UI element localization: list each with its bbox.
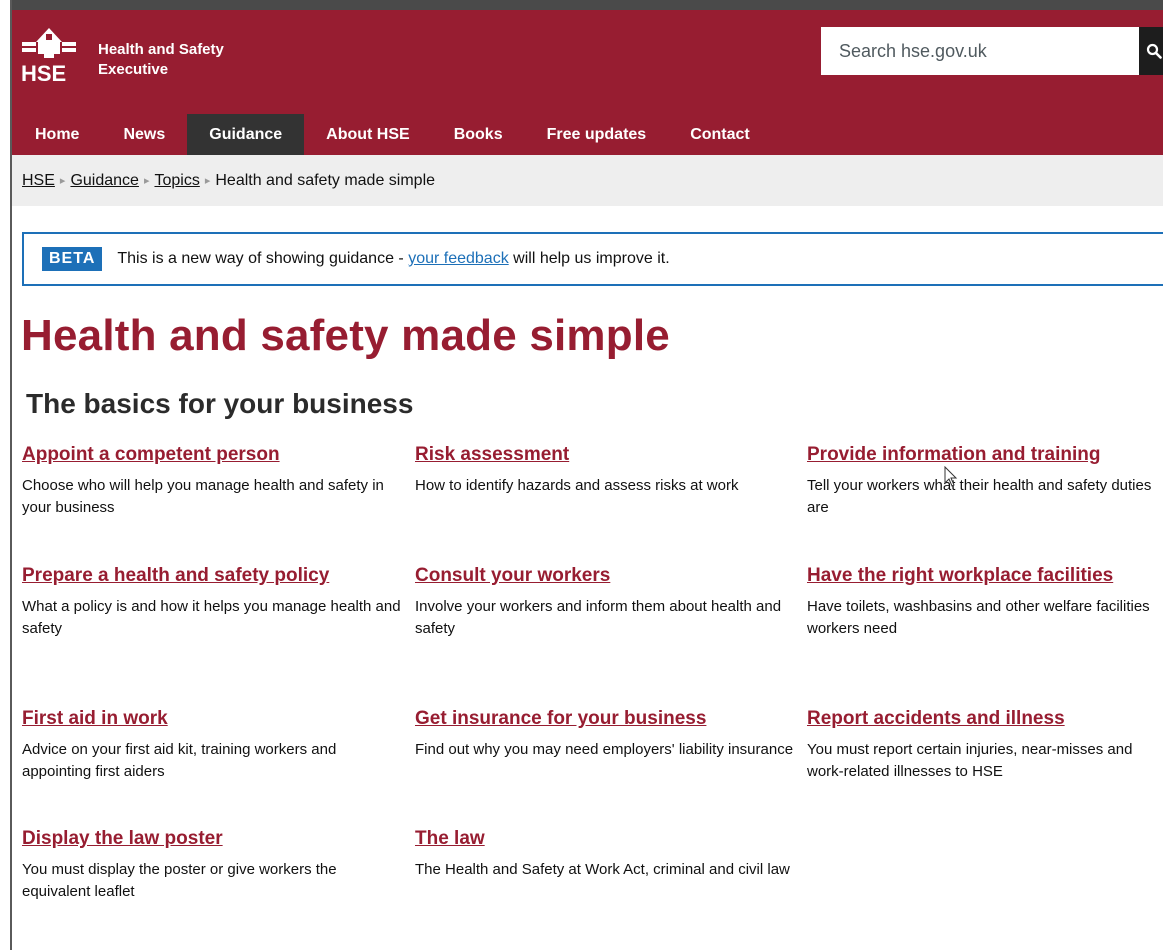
beta-banner: BETA This is a new way of showing guidan… <box>22 232 1163 286</box>
beta-text-after: will help us improve it. <box>508 250 670 267</box>
mouse-cursor-icon <box>944 466 958 487</box>
breadcrumb-topics[interactable]: Topics <box>154 172 199 189</box>
card-description: Find out why you may need employers' lia… <box>415 741 794 758</box>
nav-home[interactable]: Home <box>12 114 101 155</box>
nav-free-updates[interactable]: Free updates <box>525 114 669 155</box>
card-link[interactable]: Display the law poster <box>22 828 223 850</box>
nav-about-hse[interactable]: About HSE <box>304 114 432 155</box>
logo-wordmark: HSE <box>21 61 66 84</box>
card-description: You must report certain injuries, near-m… <box>807 741 1133 780</box>
breadcrumb-hse[interactable]: HSE <box>22 172 55 189</box>
breadcrumb-separator: ▸ <box>204 175 211 187</box>
breadcrumb-separator: ▸ <box>59 175 66 187</box>
masthead: HSE Health and Safety Executive Home New… <box>12 10 1163 155</box>
card-link[interactable]: Get insurance for your business <box>415 708 706 730</box>
beta-tag: BETA <box>42 247 103 271</box>
card-description: Have toilets, washbasins and other welfa… <box>807 598 1150 637</box>
card-description: How to identify hazards and assess risks… <box>415 477 739 494</box>
nav-guidance[interactable]: Guidance <box>187 114 305 155</box>
card-law-poster: Display the law poster You must display … <box>22 828 407 903</box>
breadcrumb-current: Health and safety made simple <box>215 172 436 189</box>
card-risk-assessment: Risk assessment How to identify hazards … <box>415 444 800 497</box>
card-description: What a policy is and how it helps you ma… <box>22 598 401 637</box>
search-button[interactable] <box>1139 27 1163 75</box>
card-report-accidents: Report accidents and illness You must re… <box>807 708 1163 783</box>
card-link[interactable]: The law <box>415 828 485 850</box>
card-provide-information-training: Provide information and training Tell yo… <box>807 444 1163 519</box>
window-top-border <box>10 0 1163 10</box>
page: HSE Health and Safety Executive Home New… <box>12 10 1163 950</box>
card-the-law: The law The Health and Safety at Work Ac… <box>415 828 800 881</box>
card-link[interactable]: Risk assessment <box>415 444 569 466</box>
card-description: Advice on your first aid kit, training w… <box>22 741 337 780</box>
beta-message: This is a new way of showing guidance - … <box>117 250 669 268</box>
card-link[interactable]: Appoint a competent person <box>22 444 280 466</box>
hse-logo-icon: HSE <box>21 28 76 86</box>
card-description: Choose who will help you manage health a… <box>22 477 384 516</box>
card-consult-workers: Consult your workers Involve your worker… <box>415 565 800 640</box>
card-link[interactable]: Provide information and training <box>807 444 1100 466</box>
card-first-aid: First aid in work Advice on your first a… <box>22 708 407 783</box>
magnifier-icon <box>1146 43 1162 59</box>
card-link[interactable]: Have the right workplace facilities <box>807 565 1113 587</box>
breadcrumb-guidance[interactable]: Guidance <box>70 172 139 189</box>
main-nav: Home News Guidance About HSE Books Free … <box>12 114 772 155</box>
nav-news[interactable]: News <box>101 114 187 155</box>
card-description: The Health and Safety at Work Act, crimi… <box>415 861 790 878</box>
hse-logo[interactable]: HSE <box>20 24 84 86</box>
card-appoint-competent-person: Appoint a competent person Choose who wi… <box>22 444 407 519</box>
nav-contact[interactable]: Contact <box>668 114 772 155</box>
card-description: You must display the poster or give work… <box>22 861 337 900</box>
section-heading: The basics for your business <box>26 388 414 419</box>
nav-books[interactable]: Books <box>432 114 525 155</box>
breadcrumb: HSE ▸ Guidance ▸ Topics ▸ Health and safety ma… <box>12 155 1163 206</box>
card-link[interactable]: First aid in work <box>22 708 168 730</box>
card-link[interactable]: Consult your workers <box>415 565 610 587</box>
org-name-line1: Health and Safety <box>98 41 224 58</box>
search-input[interactable] <box>821 27 1139 75</box>
org-name: Health and Safety Executive <box>98 40 224 80</box>
card-description: Tell your workers what their health and … <box>807 477 1152 516</box>
window-edge <box>0 0 10 950</box>
card-workplace-facilities: Have the right workplace facilities Have… <box>807 565 1163 640</box>
beta-text-before: This is a new way of showing guidance - <box>117 250 409 267</box>
card-description: Involve your workers and inform them abo… <box>415 598 782 637</box>
card-link[interactable]: Report accidents and illness <box>807 708 1065 730</box>
breadcrumb-separator: ▸ <box>143 175 150 187</box>
card-health-safety-policy: Prepare a health and safety policy What … <box>22 565 407 640</box>
page-title: Health and safety made simple <box>21 311 670 360</box>
card-get-insurance: Get insurance for your business Find out… <box>415 708 800 761</box>
card-link[interactable]: Prepare a health and safety policy <box>22 565 329 587</box>
feedback-link[interactable]: your feedback <box>408 250 509 267</box>
org-name-line2: Executive <box>98 61 169 78</box>
